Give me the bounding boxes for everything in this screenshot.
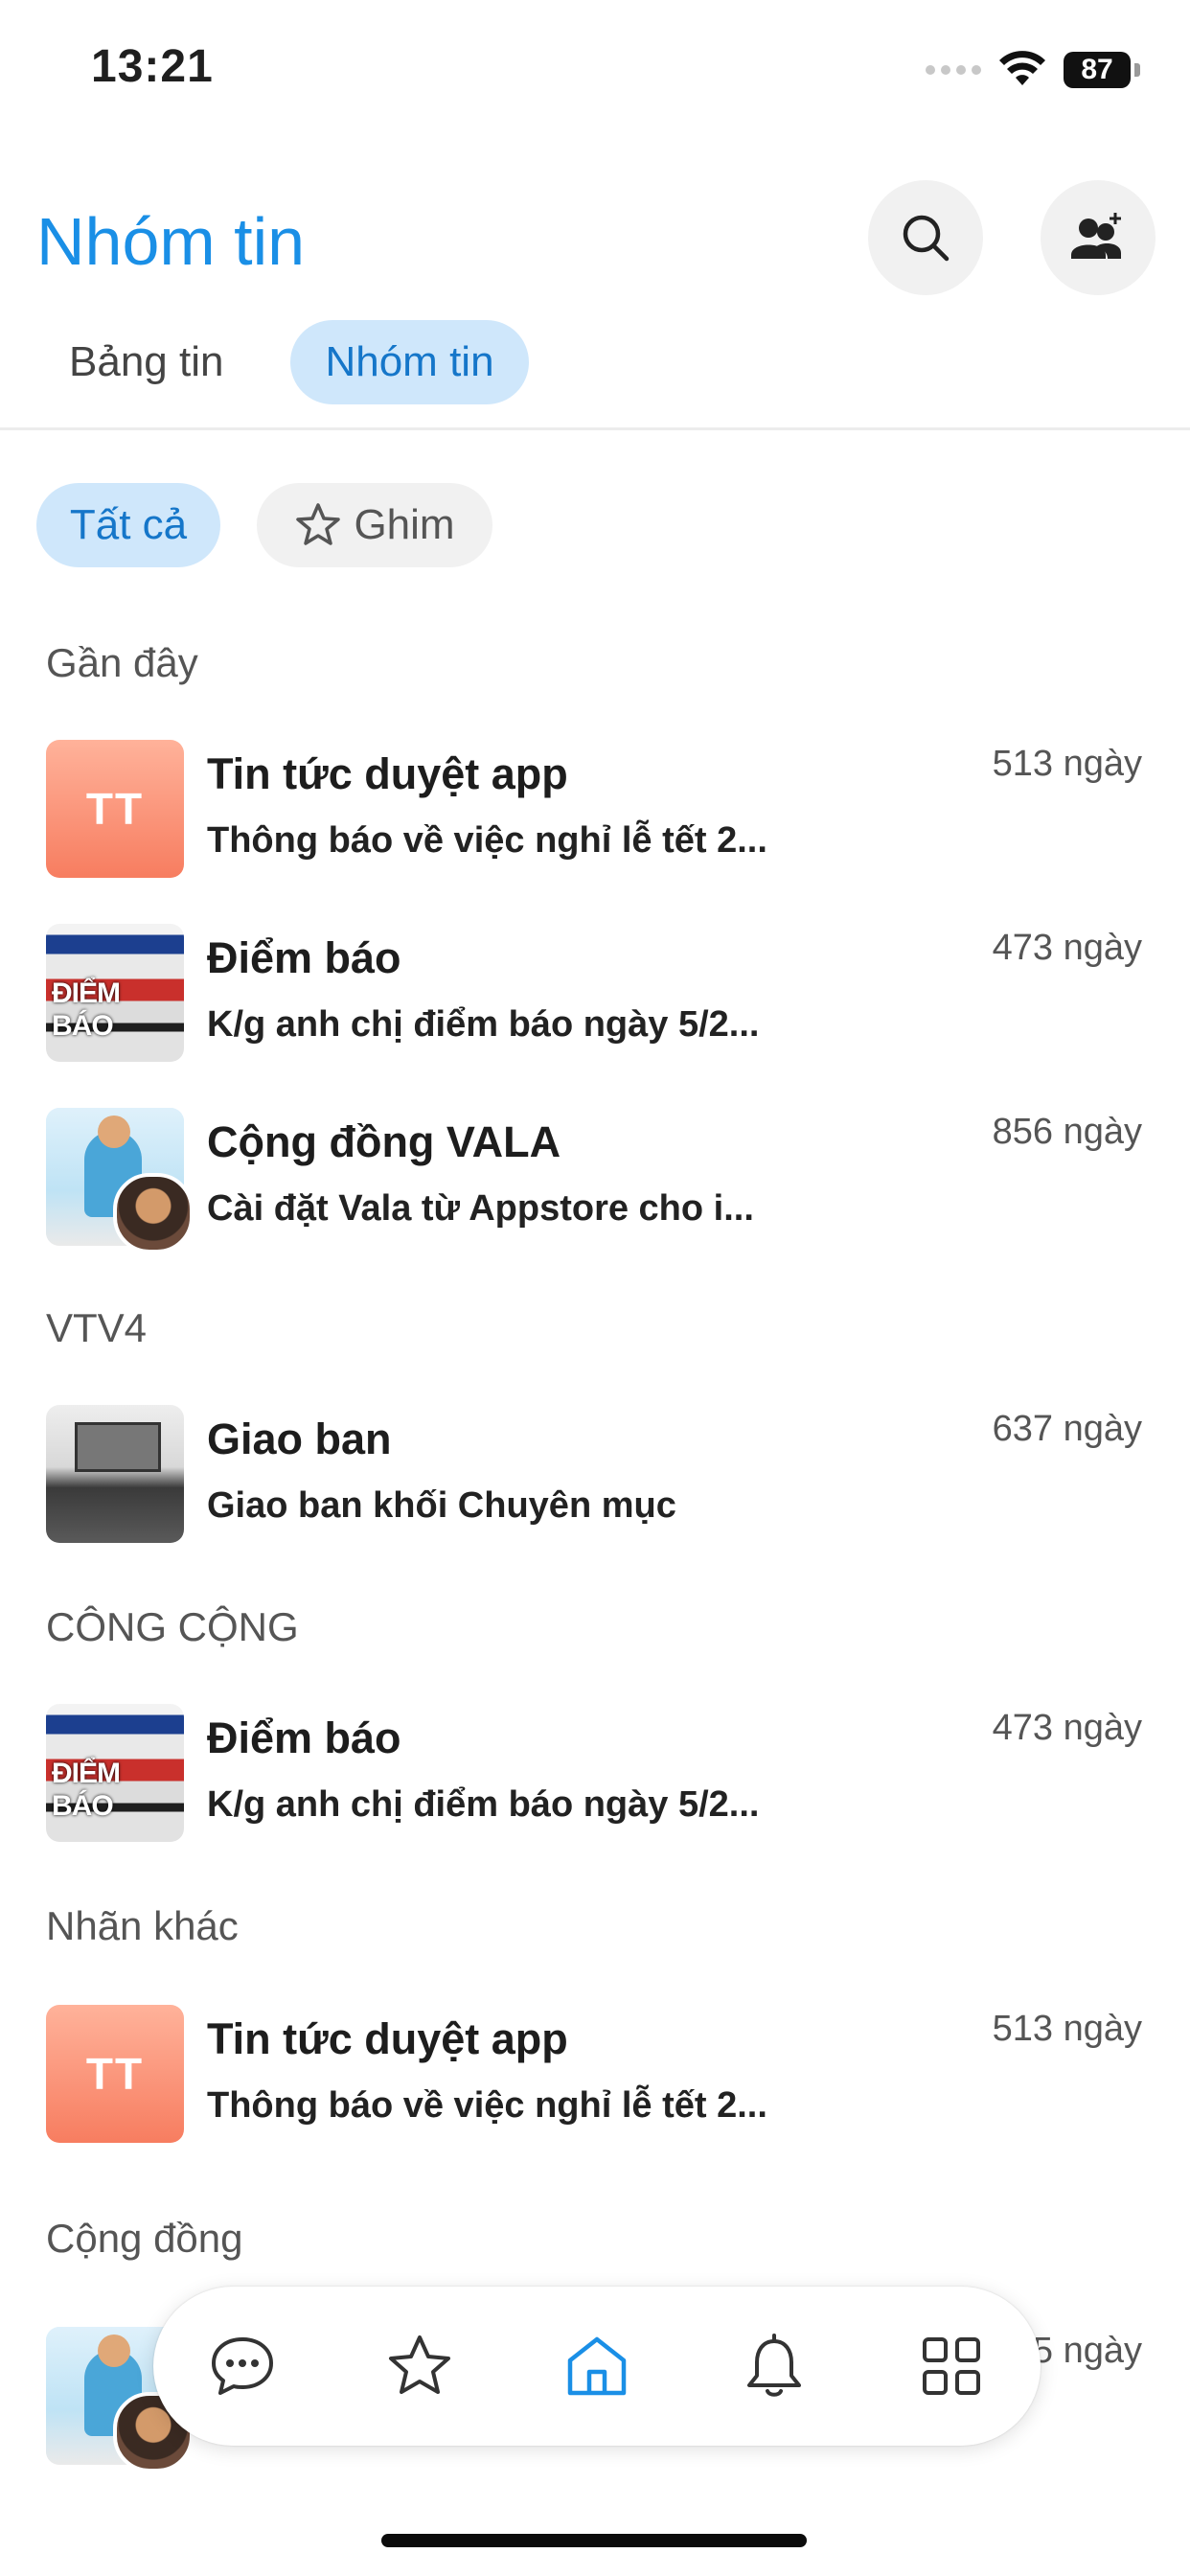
list-item[interactable]: TT Tin tức duyệt app Thông báo về việc n… xyxy=(0,740,1190,884)
member-avatar-badge xyxy=(113,1173,194,1254)
battery-indicator: 87 xyxy=(1064,52,1131,88)
item-preview: K/g anh chị điểm báo ngày 5/2... xyxy=(207,1004,760,1045)
list-item[interactable]: Cộng đồng VALA Cài đặt Vala từ Appstore … xyxy=(0,1108,1190,1254)
top-tabs: Bảng tin Nhóm tin xyxy=(36,320,529,404)
item-time: 513 ngày xyxy=(992,744,1142,784)
cellular-signal-icon xyxy=(926,65,981,75)
wifi-icon xyxy=(999,51,1045,85)
item-preview: Giao ban khối Chuyên mục xyxy=(207,1485,676,1526)
star-icon xyxy=(296,503,341,545)
section-title-recent: Gần đây xyxy=(46,640,198,685)
list-item[interactable]: TT Tin tức duyệt app Thông báo về việc n… xyxy=(0,2005,1190,2149)
nav-apps[interactable] xyxy=(899,2313,1004,2419)
avatar: ĐIỂM BÁO xyxy=(46,1704,184,1842)
avatar xyxy=(46,1108,194,1254)
item-preview: Thông báo về việc nghỉ lễ tết 2... xyxy=(207,820,767,861)
item-time: 473 ngày xyxy=(992,928,1142,968)
item-preview: Cài đặt Vala từ Appstore cho i... xyxy=(207,1188,754,1229)
item-preview: Thông báo về việc nghỉ lễ tết 2... xyxy=(207,2085,767,2126)
bell-icon xyxy=(747,2334,802,2397)
avatar: TT xyxy=(46,2005,184,2143)
battery-tip xyxy=(1134,63,1140,77)
newspaper-thumbnail-text: ĐIỂM BÁO xyxy=(52,978,121,1042)
item-preview: K/g anh chị điểm báo ngày 5/2... xyxy=(207,1784,760,1825)
item-title: Cộng đồng VALA xyxy=(207,1117,561,1166)
bottom-nav xyxy=(153,2287,1041,2446)
item-title: Tin tức duyệt app xyxy=(207,749,568,798)
item-time: 637 ngày xyxy=(992,1409,1142,1449)
status-bar: 13:21 87 xyxy=(0,0,1190,144)
item-title: Điểm báo xyxy=(207,1714,401,1762)
add-group-button[interactable] xyxy=(1041,180,1156,295)
add-user-icon xyxy=(1071,213,1121,259)
avatar: ĐIỂM BÁO xyxy=(46,924,184,1062)
tab-nhom-tin[interactable]: Nhóm tin xyxy=(290,320,529,404)
newspaper-thumbnail-text: ĐIỂM BÁO xyxy=(52,1758,121,1822)
home-indicator[interactable] xyxy=(381,2534,807,2547)
page-title: Nhóm tin xyxy=(36,204,306,279)
avatar xyxy=(46,1405,184,1543)
section-title-vtv4: VTV4 xyxy=(46,1305,148,1350)
nav-home[interactable] xyxy=(544,2313,650,2419)
home-icon xyxy=(567,2336,627,2396)
grid-icon xyxy=(923,2337,981,2395)
item-time: 513 ngày xyxy=(992,2009,1142,2049)
section-title-community: Cộng đồng xyxy=(46,2216,243,2261)
star-icon xyxy=(388,2335,450,2394)
tab-bang-tin[interactable]: Bảng tin xyxy=(36,320,258,404)
header-divider xyxy=(0,427,1190,430)
section-title-public: CÔNG CỘNG xyxy=(46,1604,299,1649)
search-button[interactable] xyxy=(868,180,983,295)
section-title-other-labels: Nhãn khác xyxy=(46,1903,239,1948)
item-time: 473 ngày xyxy=(992,1708,1142,1748)
list-item[interactable]: ĐIỂM BÁO Điểm báo K/g anh chị điểm báo n… xyxy=(0,1704,1190,1848)
nav-chat[interactable] xyxy=(190,2313,295,2419)
item-title: Điểm báo xyxy=(207,933,401,982)
list-item[interactable]: Giao ban Giao ban khối Chuyên mục 637 ng… xyxy=(0,1405,1190,1549)
item-title: Tin tức duyệt app xyxy=(207,2014,568,2063)
filter-all-label: Tất cả xyxy=(69,501,188,548)
item-time: 856 ngày xyxy=(992,1112,1142,1152)
avatar: TT xyxy=(46,740,184,878)
filter-pinned-chip[interactable]: Ghim xyxy=(257,483,492,567)
filter-all-chip[interactable]: Tất cả xyxy=(36,483,220,567)
list-item[interactable]: ĐIỂM BÁO Điểm báo K/g anh chị điểm báo n… xyxy=(0,924,1190,1068)
item-time: 5 ngày xyxy=(1032,2331,1142,2371)
search-icon xyxy=(903,215,950,262)
status-indicators: 87 xyxy=(926,46,1140,94)
status-time: 13:21 xyxy=(91,41,214,92)
nav-notifications[interactable] xyxy=(721,2313,827,2419)
filter-pinned-label: Ghim xyxy=(354,501,455,548)
item-title: Giao ban xyxy=(207,1414,392,1463)
nav-favorites[interactable] xyxy=(367,2313,472,2419)
chat-icon xyxy=(211,2337,273,2395)
